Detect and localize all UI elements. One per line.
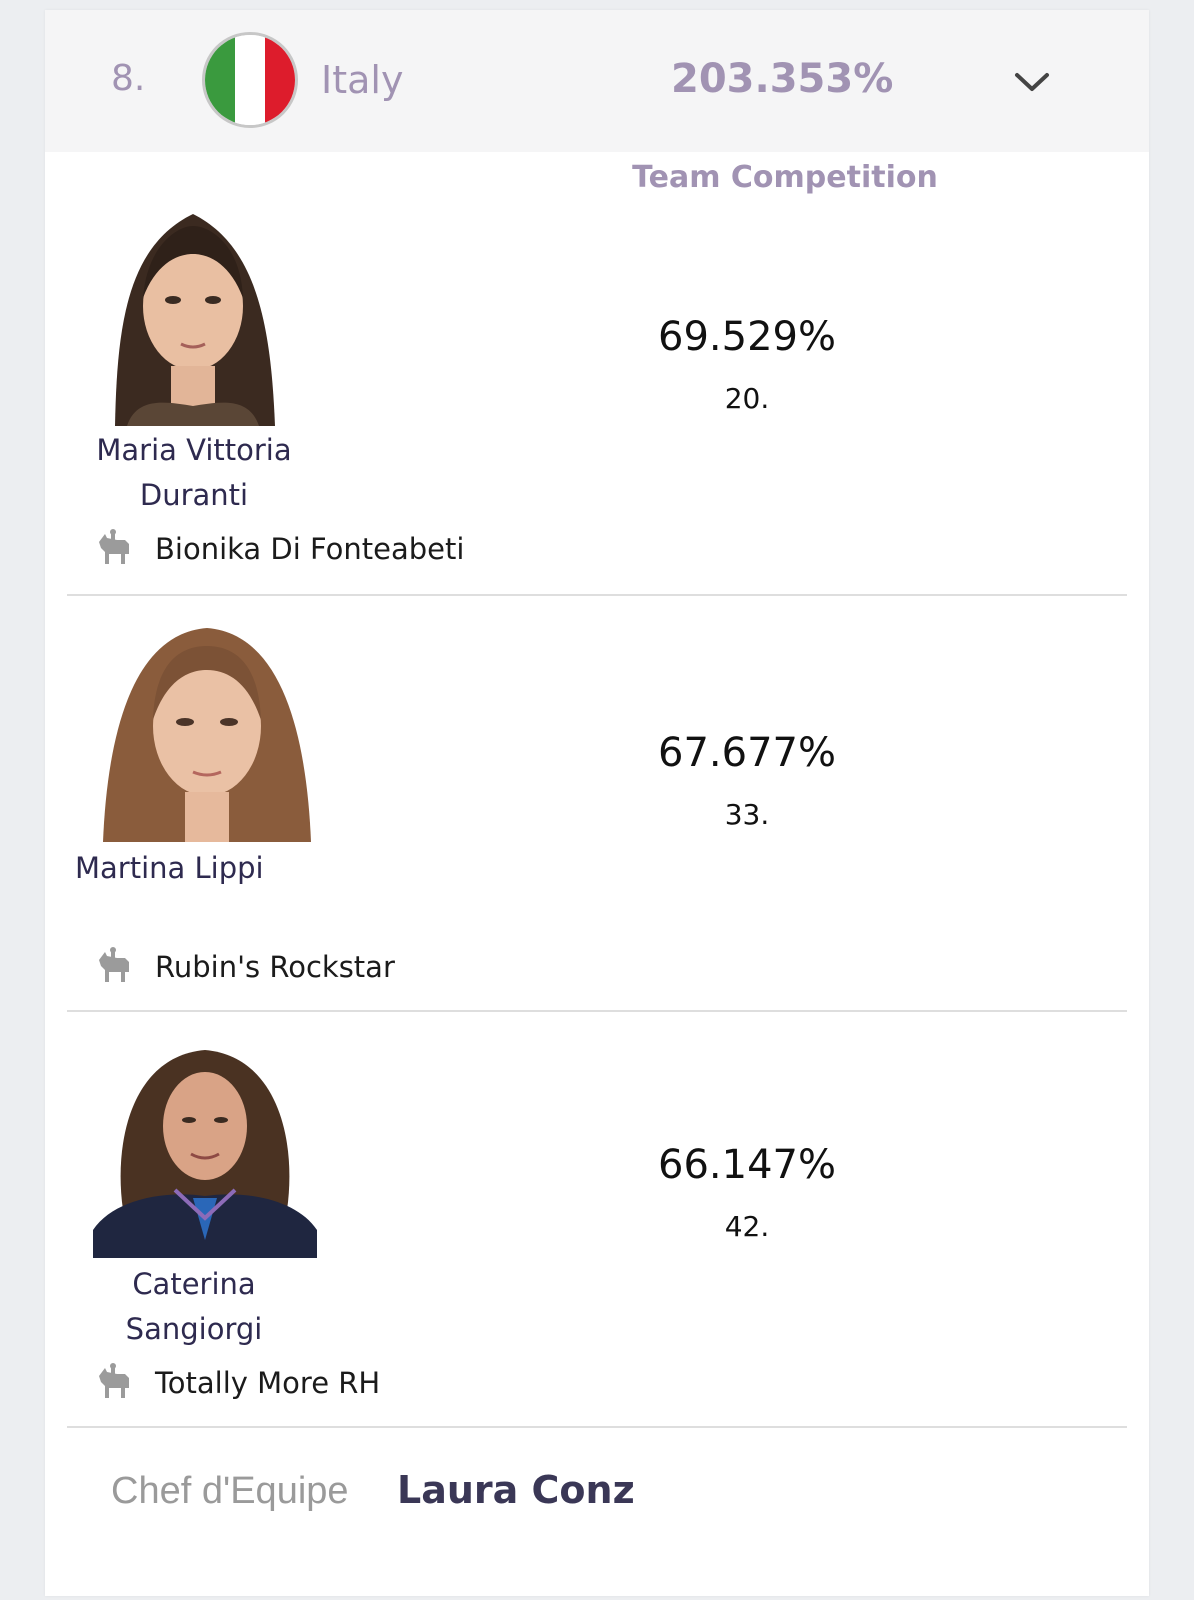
rider-name-line2: Sangiorgi [125,1312,263,1346]
rider-name-line1: Caterina [132,1267,256,1301]
horse-rider-icon [95,1362,135,1404]
rider-name-line2: Duranti [139,478,249,512]
chevron-down-icon[interactable] [1010,60,1054,104]
rider-photo [93,1040,317,1258]
horse-rider-icon [95,528,135,570]
horse-row: Totally More RH [95,1362,380,1404]
section-title: Team Competition [632,160,938,195]
rider-name[interactable]: Martina Lippi [59,846,319,891]
horse-name[interactable]: Rubin's Rockstar [155,950,395,984]
italy-flag-icon [202,32,298,128]
team-score: 203.353% [671,56,894,102]
divider [67,594,1127,596]
rider-name[interactable]: Maria Vittoria Duranti [69,428,319,518]
horse-rider-icon [95,946,135,988]
team-result-card: 8. Italy 203.353% Team Competition Maria… [45,10,1149,1596]
rider-photo [107,206,279,426]
rider-rank: 42. [724,1210,770,1243]
team-country: Italy [321,58,404,102]
divider [67,1426,1127,1428]
horse-row: Bionika Di Fonteabeti [95,528,464,570]
rider-row: Maria Vittoria Duranti Bionika Di Fontea… [67,206,1171,622]
rider-score: 66.147% [658,1142,836,1188]
rider-name-line1: Maria Vittoria [96,433,292,467]
rider-rank: 33. [724,798,770,831]
rider-score: 67.677% [658,730,836,776]
rider-score: 69.529% [658,314,836,360]
team-rank: 8. [111,58,146,99]
rider-name[interactable]: Caterina Sangiorgi [69,1262,319,1352]
divider [67,1010,1127,1012]
rider-row: Caterina Sangiorgi Totally More RH 66.14… [67,1040,1171,1456]
rider-photo [99,624,315,842]
chef-name[interactable]: Laura Conz [397,1468,635,1512]
horse-name[interactable]: Bionika Di Fonteabeti [155,532,464,566]
team-header-row[interactable]: 8. Italy 203.353% [45,10,1149,152]
horse-row: Rubin's Rockstar [95,946,395,988]
rider-rank: 20. [724,382,770,415]
rider-row: Martina Lippi Rubin's Rockstar 67.677% 3… [67,624,1171,1040]
chef-label: Chef d'Equipe [111,1470,349,1512]
rider-name-line1: Martina Lippi [75,851,264,885]
horse-name[interactable]: Totally More RH [155,1366,380,1400]
